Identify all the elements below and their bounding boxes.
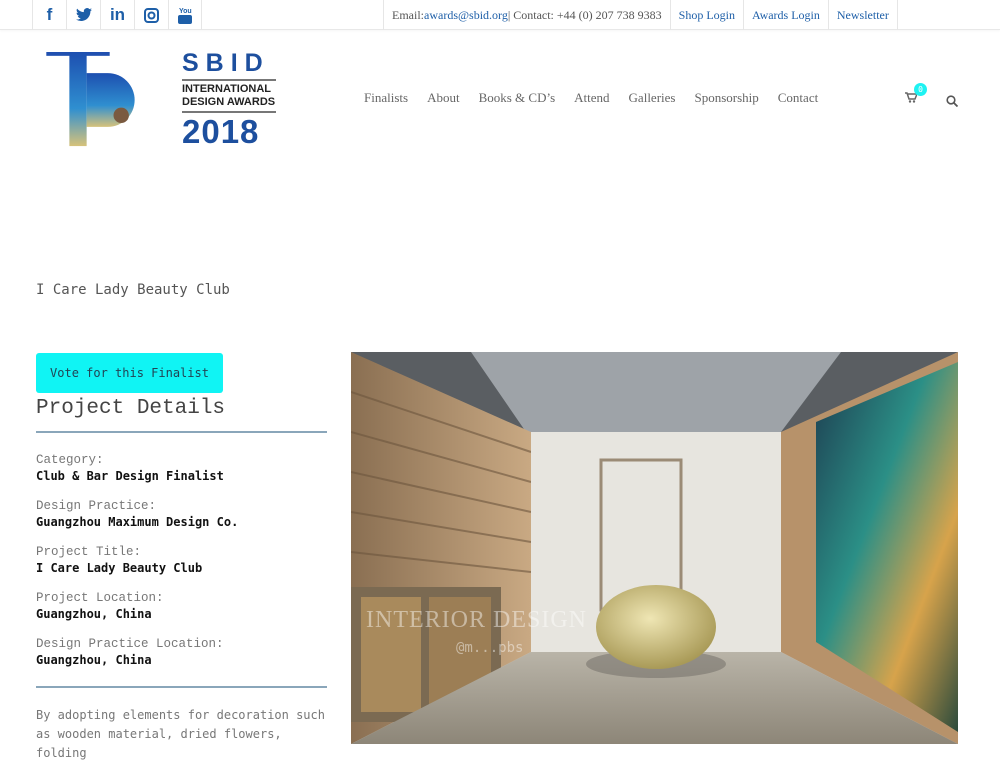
project-fields: Category: Club & Bar Design Finalist Des… [36,453,238,683]
phone-contact: | Contact: +44 (0) 207 738 9383 [507,7,662,22]
contact-info: Email: awards@sbid.org | Contact: +44 (0… [383,0,898,30]
divider [36,431,327,433]
nav-sponsorship[interactable]: Sponsorship [694,90,758,106]
field-value: Guangzhou, China [36,653,152,667]
field-label: Design Practice: [36,499,157,513]
field-value: Guangzhou, China [36,607,152,621]
field-label: Design Practice Location: [36,637,224,651]
newsletter-link[interactable]: Newsletter [837,8,889,23]
field-value: I Care Lady Beauty Club [36,561,203,575]
linkedin-icon[interactable]: in [100,0,134,30]
awards-login-link[interactable]: Awards Login [752,8,820,23]
email-label: Email: [392,7,424,22]
project-details-heading: Project Details [36,397,226,420]
field-value: Club & Bar Design Finalist [36,469,224,483]
instagram-icon[interactable] [134,0,168,30]
facebook-icon[interactable]: f [32,0,66,30]
vote-button[interactable]: Vote for this Finalist [36,353,223,393]
divider [36,686,327,688]
nav-books-cds[interactable]: Books & CD’s [479,90,556,106]
project-photo[interactable]: INTERIOR DESIGN @m...pbs [351,352,958,744]
youtube-icon[interactable]: You [168,0,202,30]
field-value: Guangzhou Maximum Design Co. [36,515,239,529]
shop-login-link[interactable]: Shop Login [679,8,735,23]
search-icon[interactable] [946,92,959,108]
watermark-handle: @m...pbs [456,640,524,656]
field-label: Project Title: [36,545,142,559]
social-links: f in You [32,0,202,30]
page-title: I Care Lady Beauty Club [36,282,230,298]
logo-text: SBID INTERNATIONAL DESIGN AWARDS 2018 [182,49,276,150]
field-label: Category: [36,453,104,467]
twitter-icon[interactable] [66,0,100,30]
main-nav: Finalists About Books & CD’s Attend Gall… [364,90,837,106]
nav-galleries[interactable]: Galleries [629,90,676,106]
nav-contact[interactable]: Contact [778,90,818,106]
logo-ip-graphic [46,52,135,147]
interior-image [351,352,958,744]
nav-finalists[interactable]: Finalists [364,90,408,106]
nav-attend[interactable]: Attend [574,90,609,106]
svg-text:You: You [179,8,192,15]
cart-count-badge: 0 [914,83,927,96]
watermark: INTERIOR DESIGN [366,607,587,633]
nav-about[interactable]: About [427,90,460,106]
email-link[interactable]: awards@sbid.org [424,8,508,23]
email-contact: Email: awards@sbid.org | Contact: +44 (0… [383,0,670,30]
top-bar: f in You Email: awards@sbid.org | Contac… [0,0,1000,30]
sbid-logo[interactable]: SBID INTERNATIONAL DESIGN AWARDS 2018 [42,50,282,152]
project-description: By adopting elements for decoration such… [36,708,325,760]
field-label: Project Location: [36,591,164,605]
